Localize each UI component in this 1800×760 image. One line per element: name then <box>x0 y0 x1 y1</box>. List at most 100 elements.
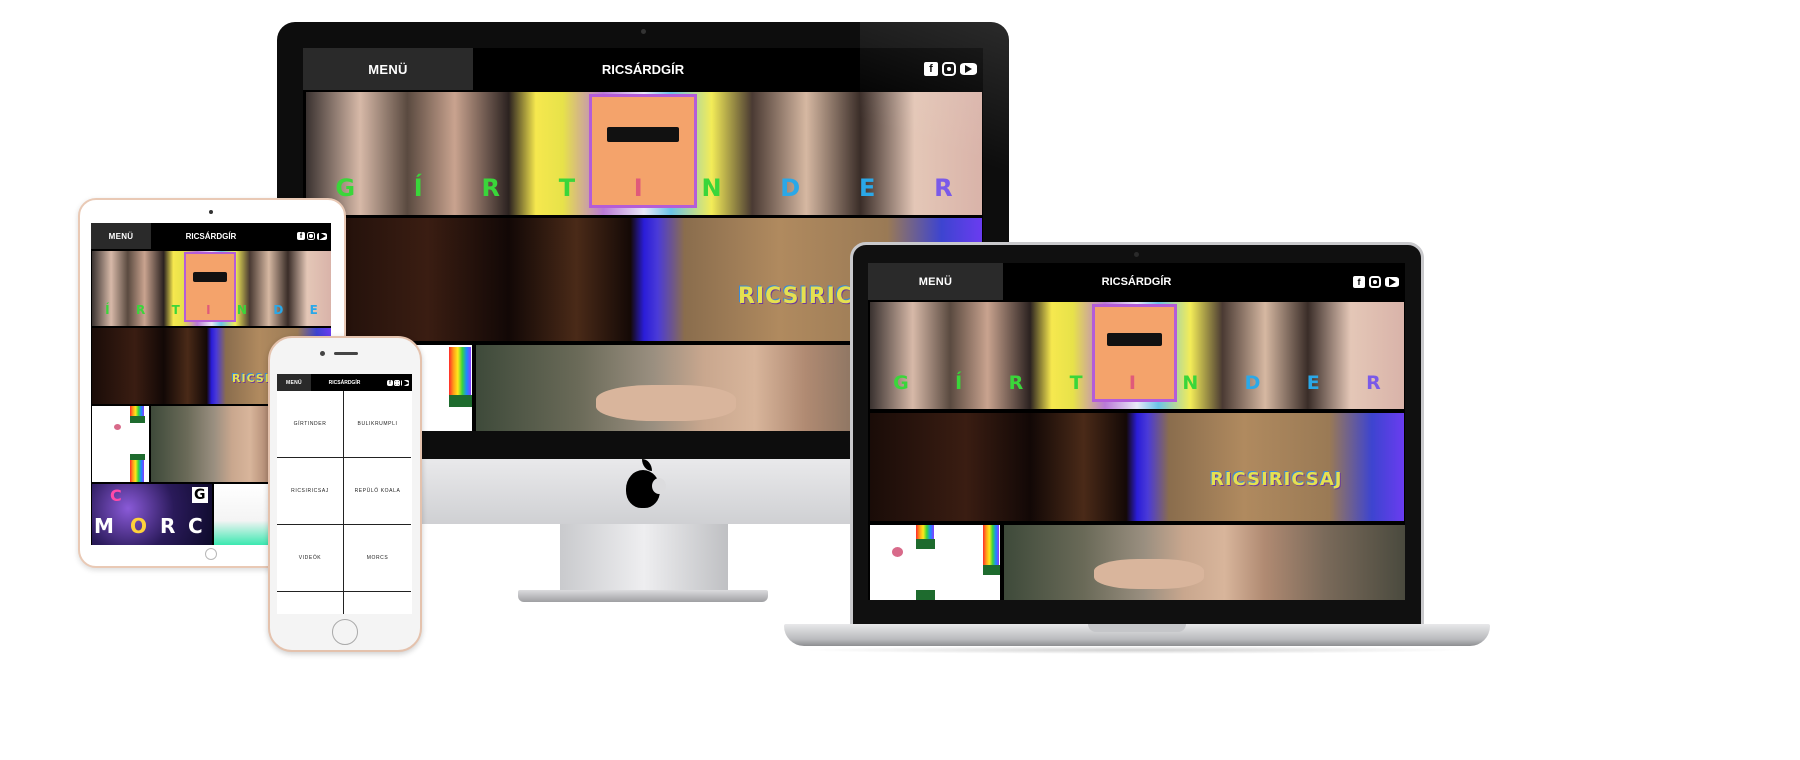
pipe <box>916 539 935 549</box>
girtinder-tile[interactable]: G Í R T I N D E R <box>870 302 1404 409</box>
facebook-icon[interactable]: f <box>297 232 305 240</box>
youtube-icon[interactable] <box>317 232 327 240</box>
imac-stand <box>560 524 728 594</box>
girtinder-letter: Í <box>955 372 963 394</box>
menu-button[interactable]: MENÜ <box>277 374 311 391</box>
macbook-shadow <box>800 646 1470 654</box>
ipad-home-button <box>205 548 217 560</box>
girtinder-letter: D <box>273 303 284 317</box>
rainbow-trail <box>916 525 934 539</box>
flappy-koala-tile[interactable] <box>870 525 1000 600</box>
menu-button[interactable]: MENÜ <box>868 263 1003 300</box>
site-brand[interactable]: RICSÁRDGÍR <box>1003 263 1270 300</box>
mobile-menu-grid: GÍRTINDER BULIKRUMPLI RICSIRICSAJ REPÜLŐ… <box>277 391 412 614</box>
rainbow-trail <box>983 525 999 565</box>
social-links: f <box>1353 263 1399 300</box>
mobile-header: MENÜ RICSÁRDGÍR f <box>277 374 412 391</box>
girtinder-letter: R <box>1008 372 1024 394</box>
girtinder-letter: T <box>1069 372 1083 394</box>
menu-item-partial[interactable] <box>344 592 411 614</box>
tablet-header: MENÜ RICSÁRDGÍR f <box>91 223 331 249</box>
saluting-hand <box>1094 559 1204 589</box>
rainbow-trail <box>130 460 144 482</box>
morcs-letter: R <box>160 514 176 538</box>
ipad-camera <box>209 210 213 214</box>
menu-item-ricsiricsaj[interactable]: RICSIRICSAJ <box>277 458 344 525</box>
imac-stand-foot <box>518 590 768 602</box>
girtinder-letter: E <box>309 303 318 317</box>
girtinder-letter: Í <box>105 303 110 317</box>
social-links: f <box>387 374 409 391</box>
menu-item-videok[interactable]: VIDEÓK <box>277 525 344 592</box>
pipe <box>916 590 935 600</box>
macbook-opening-notch <box>1088 624 1186 632</box>
girtinder-letter: E <box>1306 372 1320 394</box>
morcs-letter: C <box>110 486 122 505</box>
morcs-tile[interactable]: C G M O R C <box>92 484 212 545</box>
youtube-icon[interactable] <box>1385 276 1399 287</box>
rainbow-trail <box>130 406 144 416</box>
menu-item-morcs[interactable]: MORCS <box>344 525 411 592</box>
social-links: f <box>297 223 327 249</box>
girtinder-letter: Í <box>413 174 423 202</box>
apple-logo-bite <box>652 478 666 494</box>
girtinder-letter: R <box>135 303 146 317</box>
pipe <box>983 565 1000 575</box>
saluting-hand <box>596 385 736 421</box>
site-brand[interactable]: RICSÁRDGÍR <box>311 374 378 391</box>
girtinder-letter: D <box>780 174 801 202</box>
girtinder-letter: N <box>236 303 247 317</box>
macbook-camera <box>1134 252 1139 257</box>
girtinder-letter: G <box>893 372 909 394</box>
girtinder-letter: G <box>335 174 356 202</box>
girtinder-letter: I <box>633 174 643 202</box>
menu-item-partial[interactable] <box>277 592 344 614</box>
pipe <box>449 395 472 407</box>
girtinder-letter: I <box>206 303 211 317</box>
facebook-icon[interactable]: f <box>387 379 393 386</box>
girtinder-letter: D <box>1244 372 1261 394</box>
menu-item-girtinder[interactable]: GÍRTINDER <box>277 391 344 458</box>
girtinder-letter: T <box>558 174 576 202</box>
menu-button[interactable]: MENÜ <box>91 223 151 249</box>
pipe <box>130 416 145 423</box>
macbook-screen: MENÜ RICSÁRDGÍR f G Í R T I N D E R RICS… <box>868 263 1405 600</box>
ricsiricsaj-title: RICSIRICSAJ <box>1210 469 1343 490</box>
koala-sprite <box>892 547 903 557</box>
site-brand[interactable]: RICSÁRDGÍR <box>473 48 813 90</box>
youtube-icon[interactable] <box>401 379 409 386</box>
imac-camera <box>641 29 646 34</box>
girtinder-letters: G Í R T I N D E R <box>870 372 1404 394</box>
girtinder-letter: R <box>1366 372 1381 394</box>
girtinder-letter: N <box>701 174 722 202</box>
girtinder-letter: R <box>481 174 500 202</box>
menu-item-bulikrumpli[interactable]: BULIKRUMPLI <box>344 391 411 458</box>
morcs-letter: O <box>130 514 148 538</box>
flappy-koala-tile[interactable] <box>92 406 149 482</box>
instagram-icon[interactable] <box>307 232 315 240</box>
salute-video-tile[interactable] <box>1004 525 1405 600</box>
girtinder-letter: T <box>171 303 180 317</box>
laptop-header: MENÜ RICSÁRDGÍR f <box>868 263 1405 300</box>
girtinder-letter: I <box>1128 372 1136 394</box>
girtinder-tile[interactable]: Í R T I N D E <box>92 251 331 326</box>
girtinder-letters: Í R T I N D E <box>92 303 331 317</box>
morcs-letter: G <box>192 487 208 503</box>
ricsiricsaj-tile[interactable]: RICSIRICSAJ <box>870 413 1404 521</box>
girtinder-letter: N <box>1182 372 1199 394</box>
instagram-icon[interactable] <box>394 379 400 386</box>
imac-glare <box>860 22 1009 222</box>
iphone-camera <box>320 351 325 356</box>
menu-button[interactable]: MENÜ <box>303 48 473 90</box>
morcs-letter: C <box>188 514 203 538</box>
site-brand[interactable]: RICSÁRDGÍR <box>151 223 271 249</box>
instagram-icon[interactable] <box>1369 275 1381 288</box>
morcs-letter: M <box>94 514 114 538</box>
koala-sprite <box>114 424 121 430</box>
menu-item-repulo-koala[interactable]: REPÜLŐ KOALA <box>344 458 411 525</box>
mobile-nav: MENÜ RICSÁRDGÍR f <box>277 374 412 391</box>
iphone-speaker <box>334 352 358 355</box>
iphone-home-button <box>332 619 358 645</box>
rainbow-trail <box>449 347 471 397</box>
facebook-icon[interactable]: f <box>1353 275 1365 288</box>
